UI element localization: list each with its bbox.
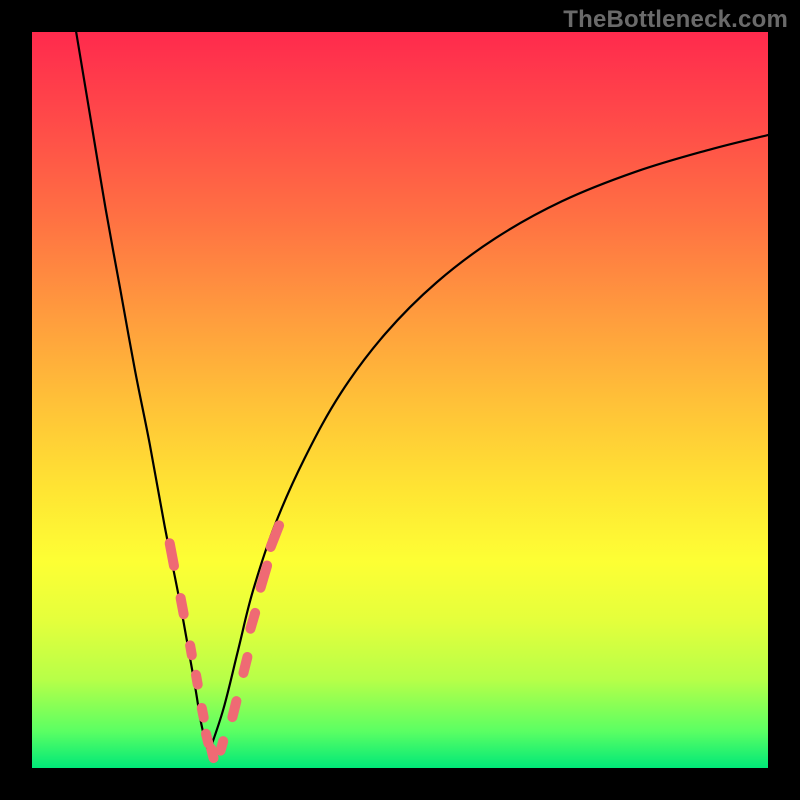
- marker-pill: [164, 537, 180, 571]
- marker-pill: [190, 669, 203, 690]
- marker-pill: [175, 592, 190, 620]
- chart-frame: TheBottleneck.com: [0, 0, 800, 800]
- plot-area: [32, 32, 768, 768]
- watermark-text: TheBottleneck.com: [563, 6, 788, 34]
- curve-layer: [32, 32, 768, 768]
- marker-pill: [226, 695, 242, 723]
- marker-pill: [237, 651, 253, 679]
- curve-right-branch: [209, 135, 768, 753]
- marker-pill: [196, 702, 210, 723]
- marker-pill: [264, 519, 285, 553]
- marker-group: [164, 519, 286, 764]
- marker-pill: [214, 735, 229, 757]
- marker-pill: [184, 640, 197, 661]
